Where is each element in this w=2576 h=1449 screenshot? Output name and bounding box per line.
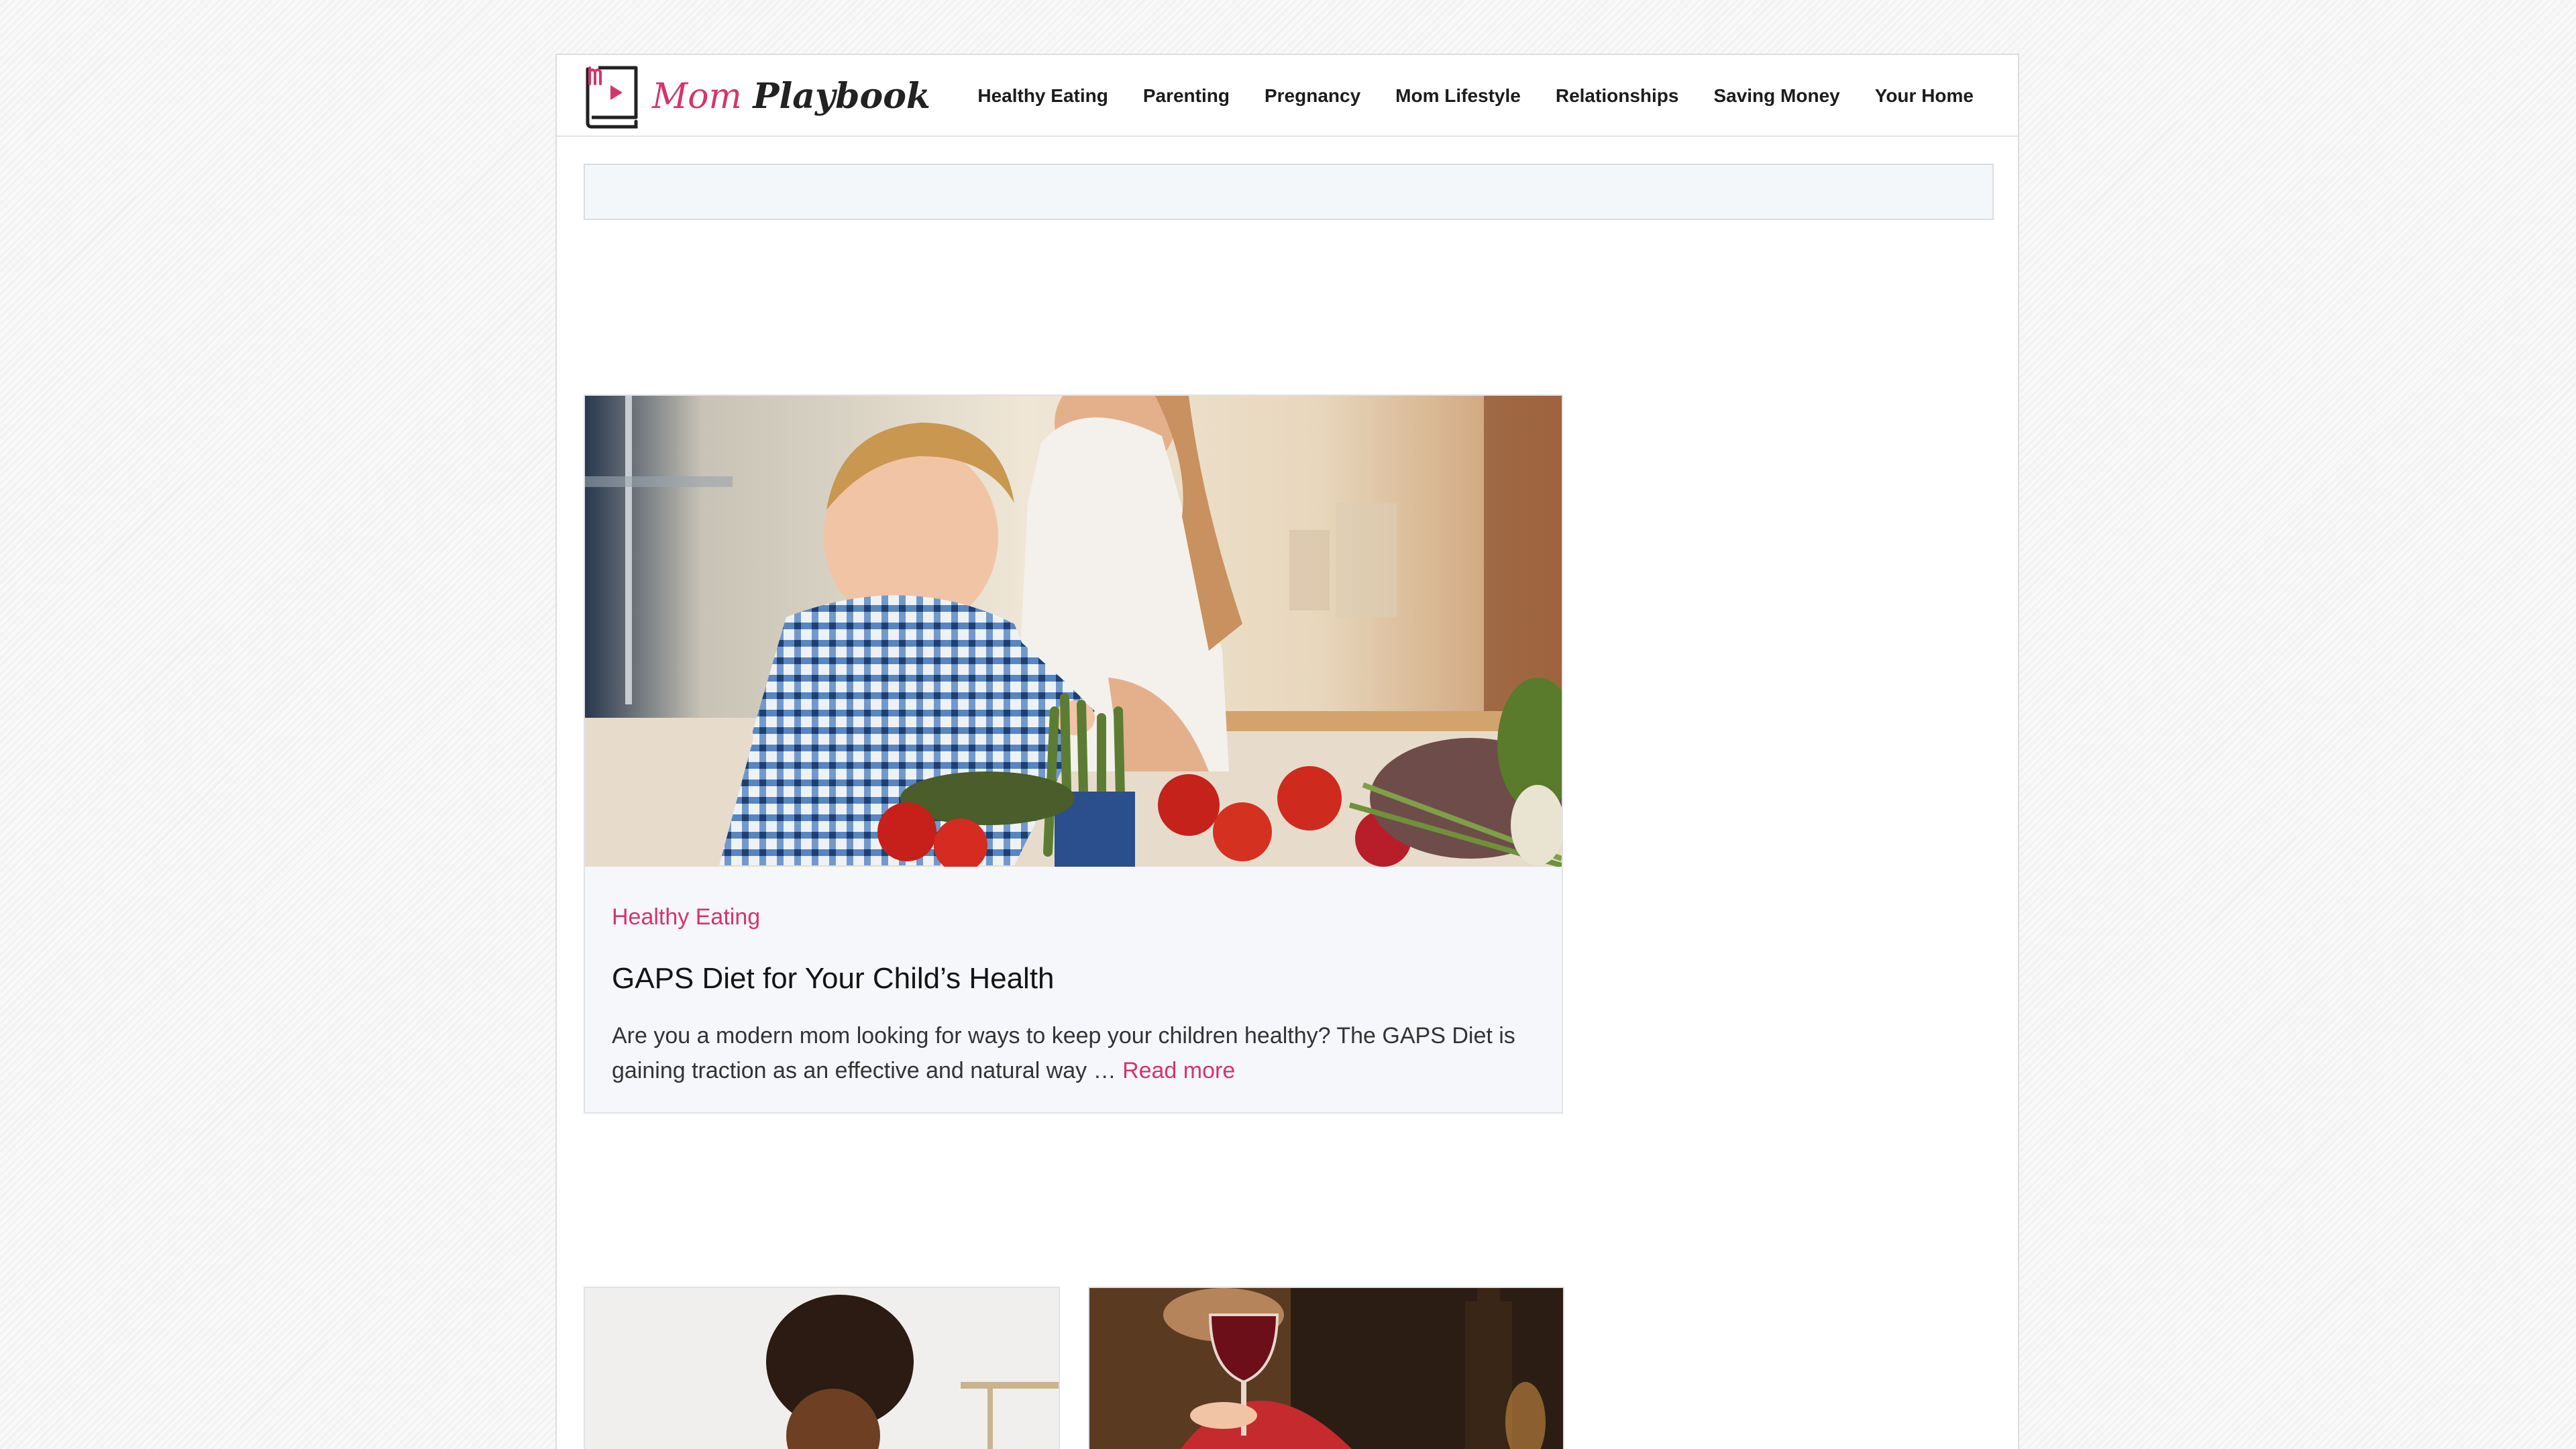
logo-book-icon — [586, 66, 638, 129]
logo-wordmark: Mom Playbook — [652, 76, 930, 117]
site-header: Mom Playbook Healthy Eating Parenting Pr… — [557, 55, 2018, 137]
nav-item-mom-lifestyle[interactable]: Mom Lifestyle — [1395, 85, 1521, 107]
post-excerpt-text: Are you a modern mom looking for ways to… — [612, 1023, 1515, 1083]
site-container: Mom Playbook Healthy Eating Parenting Pr… — [555, 54, 2019, 1449]
site-logo[interactable]: Mom Playbook — [584, 63, 930, 130]
top-banner-bar — [584, 164, 1994, 220]
logo-text-mom: Mom — [652, 76, 742, 117]
featured-post-image[interactable] — [585, 396, 1562, 867]
nav-item-parenting[interactable]: Parenting — [1143, 85, 1230, 107]
post-category-link[interactable]: Healthy Eating — [612, 904, 760, 930]
nav-item-your-home[interactable]: Your Home — [1875, 85, 1974, 107]
nav-item-saving-money[interactable]: Saving Money — [1713, 85, 1839, 107]
nav-item-pregnancy[interactable]: Pregnancy — [1265, 85, 1360, 107]
post-excerpt: Are you a modern mom looking for ways to… — [612, 1018, 1538, 1088]
nav-item-healthy-eating[interactable]: Healthy Eating — [977, 85, 1108, 107]
primary-nav: Healthy Eating Parenting Pregnancy Mom L… — [977, 55, 1974, 137]
featured-post: Healthy Eating GAPS Diet for Your Child’… — [584, 394, 1563, 1114]
post-card-image[interactable] — [584, 1287, 1060, 1449]
nav-item-relationships[interactable]: Relationships — [1556, 85, 1679, 107]
read-more-link[interactable]: Read more — [1122, 1058, 1235, 1083]
logo-text-playbook: Playbook — [753, 76, 930, 117]
post-card-image[interactable] — [1088, 1287, 1564, 1449]
post-title-link[interactable]: GAPS Diet for Your Child’s Health — [612, 962, 1055, 996]
